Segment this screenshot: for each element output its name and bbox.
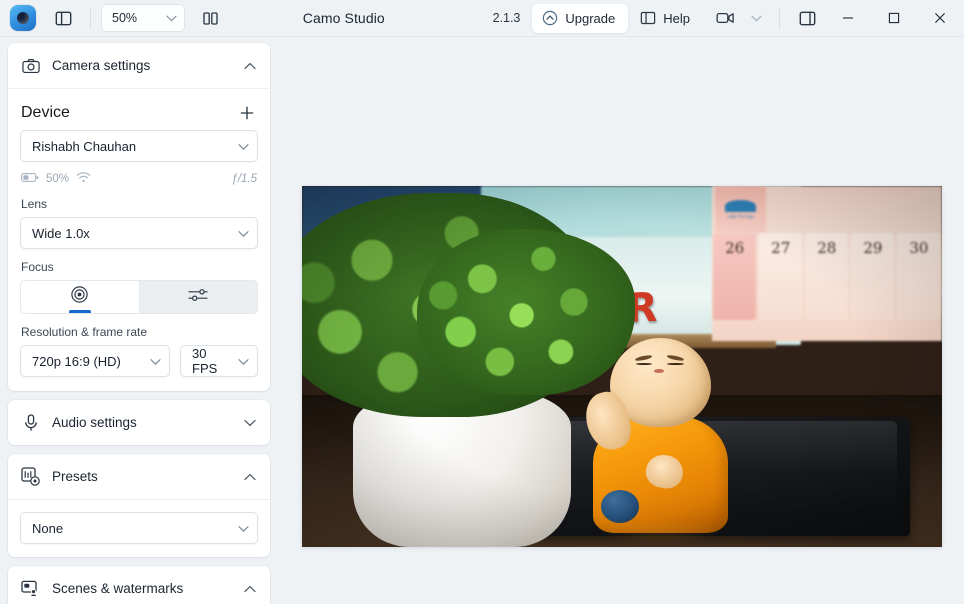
settings-sidebar[interactable]: Camera settings Device Rishabh	[0, 37, 278, 604]
scenes-watermarks-title: Scenes & watermarks	[52, 581, 232, 596]
camera-chevron-down-icon[interactable]	[744, 4, 769, 32]
chevron-down-icon	[238, 139, 249, 154]
zoom-level-select[interactable]: 50%	[101, 4, 185, 32]
focus-target-icon	[70, 285, 89, 309]
resolution-value: 720p 16:9 (HD)	[32, 354, 121, 369]
camo-app-icon-lens	[17, 12, 29, 24]
focus-manual-tab[interactable]	[139, 281, 258, 313]
chevron-up-icon[interactable]	[244, 57, 256, 75]
audio-settings-title: Audio settings	[52, 415, 232, 430]
book-icon	[640, 11, 656, 25]
battery-half-icon	[21, 172, 39, 186]
minimize-button[interactable]	[826, 0, 870, 37]
camo-studio-window: 50% Camo Studio 2.1.3 Upgrade	[0, 0, 964, 604]
help-button[interactable]: Help	[630, 4, 700, 32]
focus-mode-tabs	[20, 280, 258, 314]
camera-settings-header[interactable]: Camera settings	[8, 43, 270, 88]
plus-icon[interactable]	[236, 102, 258, 124]
toolbar-divider	[90, 7, 91, 29]
preset-select[interactable]: None	[20, 512, 258, 544]
fps-value: 30 FPS	[192, 346, 231, 376]
camera-settings-title: Camera settings	[52, 58, 232, 73]
titlebar-divider	[779, 7, 780, 29]
focus-auto-tab[interactable]	[21, 281, 139, 313]
camo-app-icon	[10, 5, 36, 31]
camera-preview[interactable]: MBER Little Pit Puja 26 27 28 29 30	[302, 186, 942, 547]
wifi-icon	[76, 172, 91, 186]
scenes-icon	[21, 579, 40, 598]
device-label: Device	[21, 104, 70, 122]
sliders-icon	[187, 287, 209, 308]
aperture-value: ƒ/1.5	[231, 173, 257, 185]
preview-vignette	[302, 186, 942, 547]
upgrade-button[interactable]: Upgrade	[532, 4, 628, 33]
titlebar-left-group: 50%	[0, 0, 227, 36]
chevron-up-icon[interactable]	[244, 468, 256, 486]
camera-icon	[21, 56, 40, 75]
chevron-down-icon	[238, 354, 249, 369]
title-bar: 50% Camo Studio 2.1.3 Upgrade	[0, 0, 964, 37]
device-label-row: Device	[21, 102, 258, 124]
resolution-select[interactable]: 720p 16:9 (HD)	[20, 345, 170, 377]
lens-select[interactable]: Wide 1.0x	[20, 217, 258, 249]
app-version: 2.1.3	[491, 11, 531, 25]
zoom-level-value: 50%	[112, 11, 137, 25]
video-camera-icon[interactable]	[708, 4, 742, 32]
device-status-row: 50% ƒ/1.5	[21, 172, 257, 186]
chevron-up-circle-icon	[542, 10, 558, 26]
chevron-down-icon	[238, 226, 249, 241]
presets-title: Presets	[52, 469, 232, 484]
scenes-watermarks-card: Scenes & watermarks All	[8, 566, 270, 604]
presets-body: None	[8, 499, 270, 557]
chevron-down-icon	[238, 521, 249, 536]
presets-card: Presets None	[8, 454, 270, 557]
maximize-button[interactable]	[872, 0, 916, 37]
chevron-up-icon[interactable]	[244, 580, 256, 598]
chevron-down-icon	[150, 354, 161, 369]
camera-settings-body: Device Rishabh Chauhan	[8, 88, 270, 391]
resolution-row: 720p 16:9 (HD) 30 FPS	[20, 345, 258, 377]
presets-icon	[21, 467, 40, 486]
close-button[interactable]	[918, 0, 962, 37]
upgrade-label: Upgrade	[565, 11, 615, 26]
battery-level: 50%	[46, 173, 69, 185]
microphone-icon	[21, 413, 40, 432]
help-label: Help	[663, 11, 690, 26]
chevron-down-icon[interactable]	[244, 414, 256, 432]
presets-header[interactable]: Presets	[8, 454, 270, 499]
device-value: Rishabh Chauhan	[32, 139, 136, 154]
preset-value: None	[32, 521, 63, 536]
camera-settings-card: Camera settings Device Rishabh	[8, 43, 270, 391]
resolution-label: Resolution & frame rate	[21, 325, 258, 339]
chevron-down-icon	[166, 15, 177, 22]
app-title: Camo Studio	[197, 10, 491, 26]
lens-label: Lens	[21, 197, 258, 211]
preview-stage: MBER Little Pit Puja 26 27 28 29 30	[278, 37, 964, 604]
focus-label: Focus	[21, 260, 258, 274]
audio-settings-card: Audio settings	[8, 400, 270, 445]
audio-settings-header[interactable]: Audio settings	[8, 400, 270, 445]
lens-value: Wide 1.0x	[32, 226, 90, 241]
panel-layout-icon[interactable]	[46, 4, 80, 32]
sidebar-toggle-icon[interactable]	[790, 4, 824, 32]
device-select[interactable]: Rishabh Chauhan	[20, 130, 258, 162]
fps-select[interactable]: 30 FPS	[180, 345, 258, 377]
scenes-watermarks-header[interactable]: Scenes & watermarks	[8, 566, 270, 604]
titlebar-right-group: 2.1.3 Upgrade Help	[491, 0, 964, 36]
